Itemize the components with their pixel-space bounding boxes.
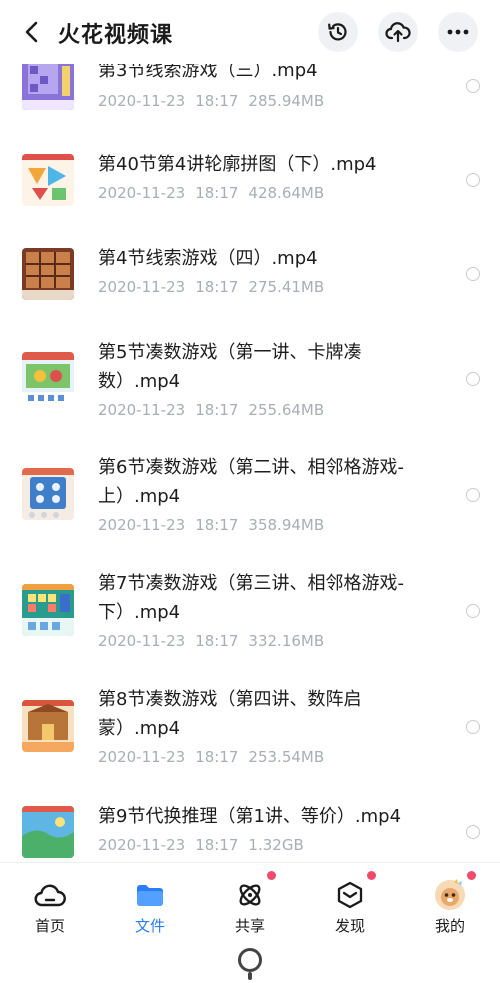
file-size: 275.41MB bbox=[248, 278, 325, 296]
file-name: 第7节凑数游戏（第三讲、相邻格游戏-下）.mp4 bbox=[98, 573, 404, 623]
video-thumbnail bbox=[22, 352, 74, 404]
file-size: 255.64MB bbox=[248, 401, 325, 419]
video-thumbnail bbox=[22, 584, 74, 636]
select-radio[interactable] bbox=[466, 825, 480, 839]
cloud-upload-icon bbox=[385, 22, 411, 43]
chevron-left-icon bbox=[25, 21, 38, 43]
folder-icon bbox=[134, 879, 166, 911]
tab-discover-label: 发现 bbox=[334, 917, 365, 935]
list-item[interactable]: 第7节凑数游戏（第三讲、相邻格游戏-下）.mp4 2020-11-23 18:17… bbox=[0, 566, 500, 682]
list-item[interactable]: 第8节凑数游戏（第四讲、数阵启蒙）.mp4 2020-11-23 18:17 253… bbox=[0, 682, 500, 798]
select-radio[interactable] bbox=[466, 604, 480, 618]
file-meta: 2020-11-23 18:17 275.41MB bbox=[98, 278, 334, 296]
file-name: 第4节线索游戏（四）.mp4 bbox=[98, 248, 318, 269]
cloud-upload-button[interactable] bbox=[378, 12, 418, 52]
video-thumbnail bbox=[22, 58, 74, 110]
history-icon bbox=[328, 23, 347, 41]
file-time: 18:17 bbox=[195, 516, 239, 534]
video-thumbnail bbox=[22, 806, 74, 858]
select-radio[interactable] bbox=[466, 173, 480, 187]
notification-badge bbox=[367, 871, 376, 880]
file-meta: 2020-11-23 18:17 332.16MB bbox=[98, 632, 334, 650]
file-meta: 2020-11-23 18:17 428.64MB bbox=[98, 184, 334, 202]
tab-home[interactable]: 首页 bbox=[0, 863, 100, 938]
file-time: 18:17 bbox=[195, 184, 239, 202]
file-name: 第5节凑数游戏（第一讲、卡牌凑数）.mp4 bbox=[98, 342, 362, 392]
file-size: 285.94MB bbox=[248, 92, 325, 110]
tab-home-label: 首页 bbox=[34, 917, 65, 935]
list-item[interactable]: 第4节线索游戏（四）.mp4 2020-11-23 18:17 275.41MB bbox=[0, 240, 500, 335]
file-time: 18:17 bbox=[195, 92, 239, 110]
file-time: 18:17 bbox=[195, 748, 239, 766]
tab-share[interactable]: 共享 bbox=[200, 863, 300, 938]
list-item[interactable]: 第5节凑数游戏（第一讲、卡牌凑数）.mp4 2020-11-23 18:17 255… bbox=[0, 335, 500, 450]
notification-badge bbox=[467, 871, 476, 880]
file-date: 2020-11-23 bbox=[98, 836, 186, 854]
select-radio[interactable] bbox=[466, 267, 480, 281]
file-name: 第40节第4讲轮廓拼图（下）.mp4 bbox=[98, 154, 377, 175]
file-date: 2020-11-23 bbox=[98, 278, 186, 296]
video-thumbnail bbox=[22, 154, 74, 206]
file-time: 18:17 bbox=[195, 401, 239, 419]
file-list: 第3节线索游戏（三）.mp4 2020-11-23 18:17 285.94MB 第… bbox=[0, 0, 500, 862]
system-nav-bar bbox=[0, 937, 500, 983]
file-meta: 2020-11-23 18:17 1.32GB bbox=[98, 836, 314, 854]
select-radio[interactable] bbox=[466, 79, 480, 93]
tab-mine-label: 我的 bbox=[434, 917, 465, 935]
list-item[interactable]: 第40节第4讲轮廓拼图（下）.mp4 2020-11-23 18:17 428.64… bbox=[0, 140, 500, 240]
top-bar: 火花视频课 bbox=[0, 0, 500, 64]
video-thumbnail bbox=[22, 700, 74, 752]
file-date: 2020-11-23 bbox=[98, 748, 186, 766]
file-meta: 2020-11-23 18:17 253.54MB bbox=[98, 748, 334, 766]
file-date: 2020-11-23 bbox=[98, 516, 186, 534]
discover-cube-icon bbox=[334, 879, 366, 911]
tab-discover[interactable]: 发现 bbox=[300, 863, 400, 938]
more-button[interactable] bbox=[438, 12, 478, 52]
tab-files-label: 文件 bbox=[134, 917, 165, 935]
file-time: 18:17 bbox=[195, 836, 239, 854]
back-button[interactable] bbox=[18, 18, 46, 46]
file-time: 18:17 bbox=[195, 278, 239, 296]
file-size: 358.94MB bbox=[248, 516, 325, 534]
avatar-icon bbox=[434, 879, 466, 911]
select-radio[interactable] bbox=[466, 720, 480, 734]
file-meta: 2020-11-23 18:17 358.94MB bbox=[98, 516, 334, 534]
file-date: 2020-11-23 bbox=[98, 632, 186, 650]
history-button[interactable] bbox=[318, 12, 358, 52]
file-size: 428.64MB bbox=[248, 184, 325, 202]
file-date: 2020-11-23 bbox=[98, 92, 186, 110]
select-radio[interactable] bbox=[466, 372, 480, 386]
file-meta: 2020-11-23 18:17 285.94MB bbox=[98, 92, 334, 110]
home-indicator-stem bbox=[248, 972, 252, 980]
more-dots-icon bbox=[447, 29, 469, 35]
tab-files[interactable]: 文件 bbox=[100, 863, 200, 938]
file-size: 332.16MB bbox=[248, 632, 325, 650]
list-item[interactable]: 第6节凑数游戏（第二讲、相邻格游戏-上）.mp4 2020-11-23 18:17… bbox=[0, 450, 500, 566]
tab-share-label: 共享 bbox=[234, 917, 265, 935]
file-name: 第9节代换推理（第1讲、等价）.mp4 bbox=[98, 806, 402, 827]
page-title: 火花视频课 bbox=[58, 23, 174, 48]
file-name: 第8节凑数游戏（第四讲、数阵启蒙）.mp4 bbox=[98, 689, 362, 739]
notification-badge bbox=[267, 871, 276, 880]
file-date: 2020-11-23 bbox=[98, 401, 186, 419]
share-orbit-icon bbox=[234, 879, 266, 911]
file-time: 18:17 bbox=[195, 632, 239, 650]
video-thumbnail bbox=[22, 468, 74, 520]
file-date: 2020-11-23 bbox=[98, 184, 186, 202]
file-name: 第6节凑数游戏（第二讲、相邻格游戏-上）.mp4 bbox=[98, 457, 404, 507]
file-meta: 2020-11-23 18:17 255.64MB bbox=[98, 401, 334, 419]
file-size: 253.54MB bbox=[248, 748, 325, 766]
video-thumbnail bbox=[22, 248, 74, 300]
bottom-tab-bar: 首页 文件 共享 发现 我的 bbox=[0, 862, 500, 937]
tab-mine[interactable]: 我的 bbox=[400, 863, 500, 938]
select-radio[interactable] bbox=[466, 488, 480, 502]
cloud-home-icon bbox=[34, 879, 66, 911]
home-indicator-icon[interactable] bbox=[238, 948, 262, 972]
file-size: 1.32GB bbox=[248, 836, 304, 854]
list-item[interactable]: 第9节代换推理（第1讲、等价）.mp4 2020-11-23 18:17 1.32G… bbox=[0, 798, 500, 862]
